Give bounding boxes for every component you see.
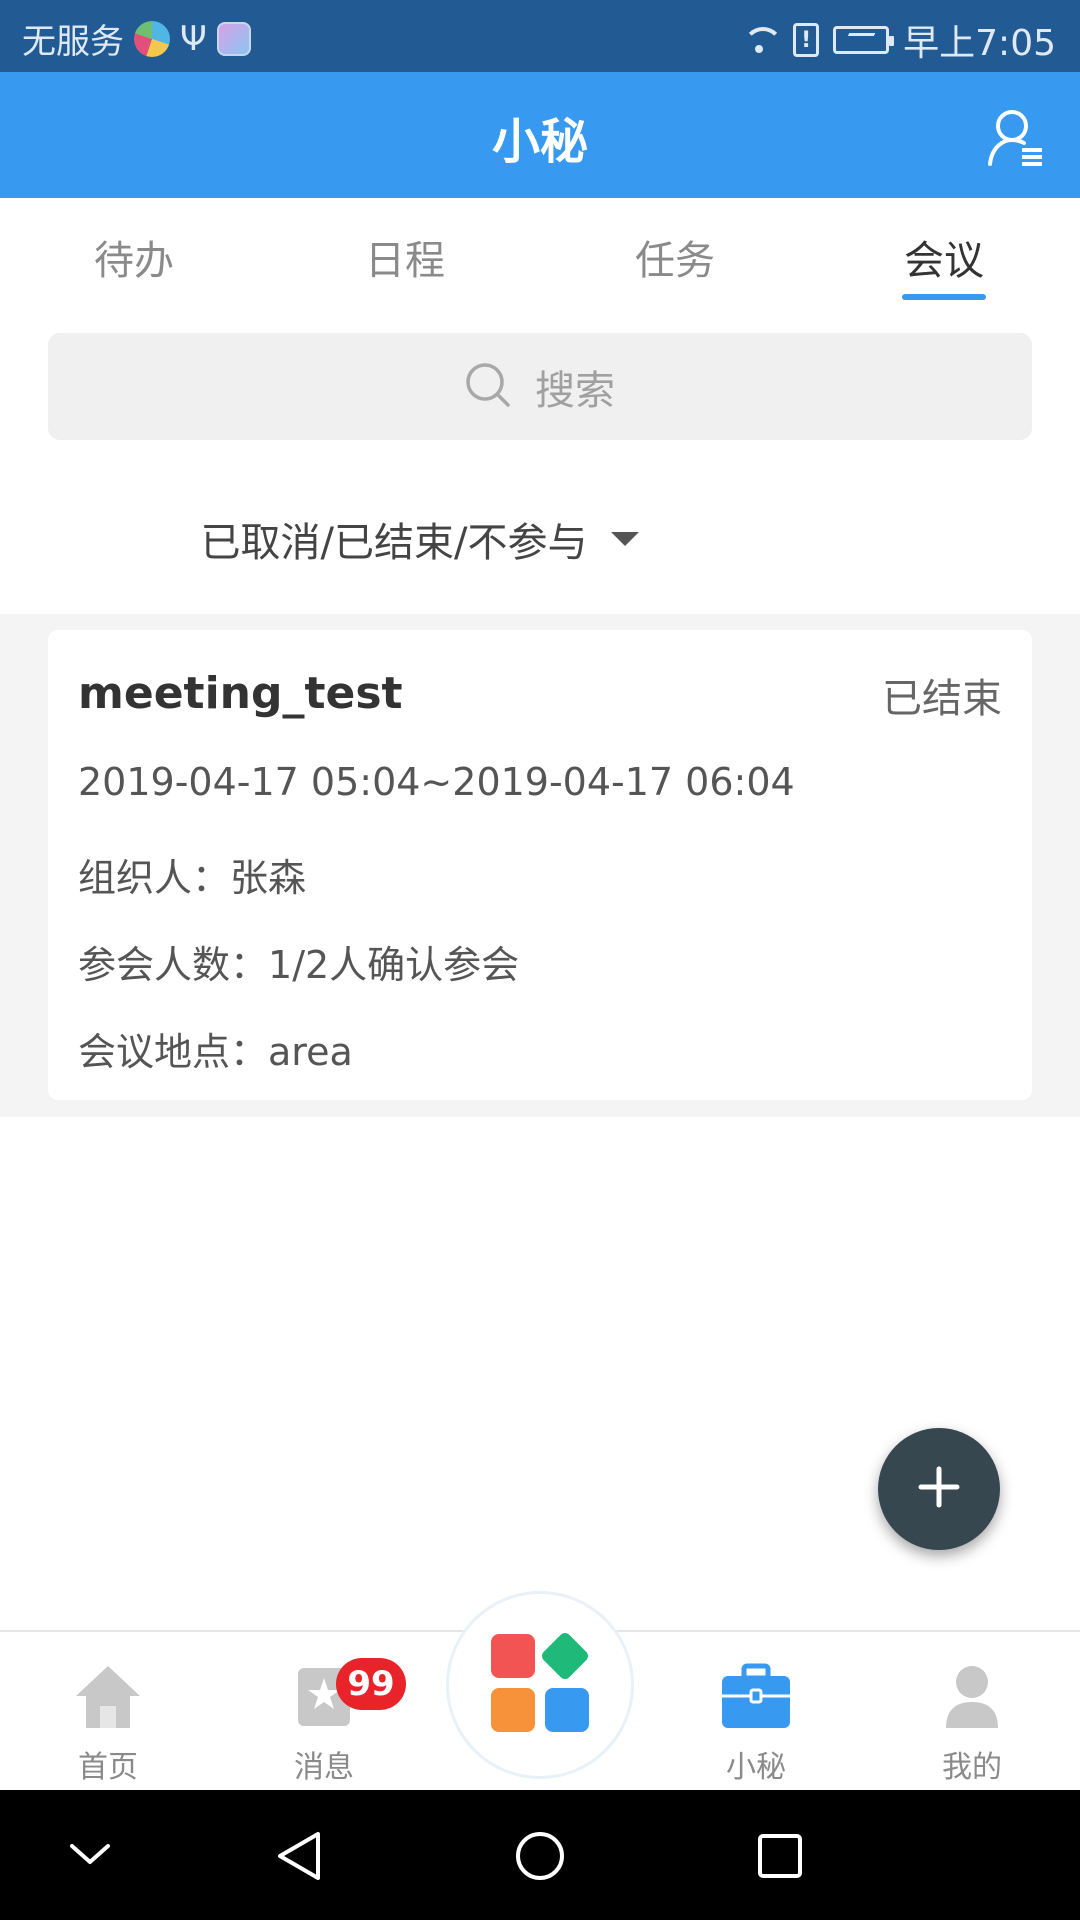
plus-icon	[917, 1465, 961, 1513]
nav-home[interactable]: 首页	[28, 1662, 188, 1786]
wifi-icon	[739, 25, 784, 55]
battery-charging-icon	[833, 26, 895, 54]
carrier-text: 无服务	[22, 22, 124, 62]
meeting-card[interactable]: meeting_test 已结束 2019-04-17 05:04~2019-0…	[48, 630, 1032, 1100]
meeting-location: 会议地点：area	[78, 1021, 353, 1076]
tab-tasks[interactable]: 任务	[575, 228, 775, 286]
meeting-title: meeting_test	[78, 668, 403, 719]
chevron-down-icon[interactable]	[68, 1834, 112, 1878]
meeting-attendees: 参会人数：1/2人确认参会	[78, 934, 519, 989]
meeting-organizer: 组织人：张森	[78, 847, 306, 902]
search-placeholder: 搜索	[535, 367, 615, 414]
meeting-time-range: 2019-04-17 05:04~2019-04-17 06:04	[78, 760, 795, 804]
tab-bar: 待办 日程 任务 会议	[0, 198, 1080, 308]
page-title: 小秘	[491, 114, 588, 170]
app-logo-icon	[134, 20, 170, 57]
filter-label: 已取消/已结束/不参与	[200, 520, 588, 566]
user-list-icon[interactable]	[986, 106, 1046, 168]
caret-down-icon	[611, 532, 640, 546]
add-meeting-button[interactable]	[878, 1428, 1000, 1550]
tab-schedule[interactable]: 日程	[305, 228, 505, 286]
nav-assistant[interactable]: 小秘	[676, 1662, 836, 1786]
profile-icon	[936, 1666, 1008, 1736]
nav-messages-label: 消息	[294, 1750, 354, 1785]
tab-meetings[interactable]: 会议	[844, 228, 1044, 286]
tab-todo[interactable]: 待办	[34, 228, 234, 286]
attendees-value: 1/2人确认参会	[268, 943, 520, 987]
active-tab-indicator	[902, 294, 986, 300]
unread-badge: 99	[336, 1658, 406, 1710]
nav-profile[interactable]: 我的	[892, 1662, 1052, 1786]
location-value: area	[268, 1030, 353, 1074]
organizer-value: 张森	[230, 856, 307, 900]
briefcase-icon	[720, 1663, 792, 1736]
message-icon	[288, 1668, 360, 1736]
apps-center-button[interactable]	[449, 1594, 631, 1776]
usb-icon: Ψ	[180, 18, 207, 59]
system-nav-bar	[0, 1790, 1080, 1920]
attendees-label: 参会人数：	[78, 943, 269, 987]
nav-messages[interactable]: 99 消息	[244, 1658, 406, 1786]
status-bar: 无服务 Ψ ! 早上7:05	[0, 0, 1080, 72]
status-right: ! 早上7:05	[739, 14, 1056, 66]
home-icon	[72, 1666, 144, 1736]
nav-profile-label: 我的	[942, 1750, 1002, 1785]
status-left: 无服务 Ψ	[22, 14, 251, 63]
nav-home-label: 首页	[78, 1750, 138, 1785]
meeting-list: meeting_test 已结束 2019-04-17 05:04~2019-0…	[0, 614, 1080, 1117]
apps-grid-icon	[489, 1632, 591, 1738]
app-header: 小秘	[0, 72, 1080, 198]
home-circle-icon[interactable]	[514, 1830, 566, 1886]
meeting-status: 已结束	[882, 676, 1002, 722]
app-square-icon	[216, 21, 251, 56]
sim-alert-icon: !	[793, 23, 820, 57]
nav-assistant-label: 小秘	[726, 1750, 786, 1785]
back-icon[interactable]	[274, 1830, 324, 1886]
recents-icon[interactable]	[756, 1832, 804, 1884]
search-input[interactable]: 搜索	[48, 333, 1032, 440]
status-time: 早上7:05	[903, 23, 1056, 64]
organizer-label: 组织人：	[78, 856, 231, 900]
location-label: 会议地点：	[78, 1030, 269, 1074]
status-filter-dropdown[interactable]: 已取消/已结束/不参与	[0, 510, 960, 568]
search-icon	[465, 362, 511, 412]
